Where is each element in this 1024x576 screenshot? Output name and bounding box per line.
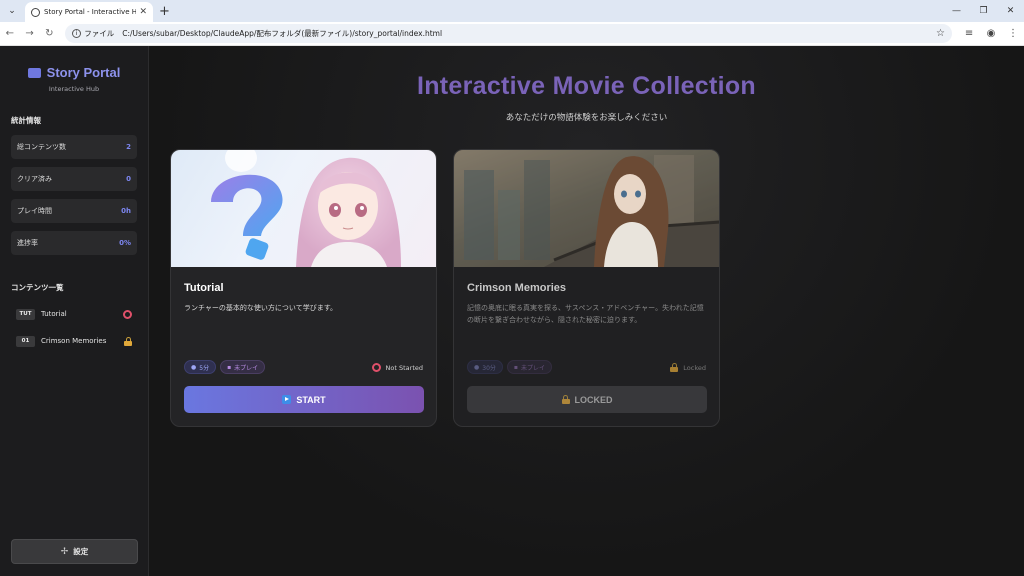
brand: Story Portal Interactive Hub (0, 46, 148, 93)
start-button[interactable]: START (184, 386, 424, 413)
window-controls: — ❐ ✕ (943, 0, 1024, 22)
crimson-memories-thumbnail (454, 150, 719, 267)
brand-subtitle: Interactive Hub (48, 85, 100, 93)
minimize-icon[interactable]: — (943, 0, 970, 22)
content-badge: TUT (16, 308, 35, 320)
page-title: Interactive Movie Collection (416, 72, 757, 100)
card-chips: ● 5分 ▪ 未プレイ (184, 360, 269, 374)
forward-arrow-icon[interactable]: → (20, 28, 40, 39)
globe-icon (31, 7, 40, 17)
kebab-menu-icon[interactable]: ⋮ (1002, 28, 1024, 39)
content-name: Tutorial (41, 310, 67, 318)
gear-icon: ✢ (60, 546, 69, 557)
card-description: ランチャーの基本的な使い方について学びます。 (184, 304, 338, 312)
locked-button[interactable]: LOCKED (467, 386, 707, 413)
gamepad-icon: ▪ (227, 363, 232, 371)
book-icon (27, 67, 41, 78)
duration-chip: ● 5分 (184, 360, 217, 374)
info-icon[interactable]: i (72, 29, 82, 38)
stats-section-title: 統計情報 (11, 116, 41, 125)
play-state-chip: ▪ 未プレイ (506, 360, 552, 374)
url-bar[interactable]: i ファイル C:/Users/subar/Desktop/ClaudeApp/… (65, 24, 953, 43)
clock-icon: ● (191, 363, 197, 371)
play-state-text: 未プレイ (234, 364, 259, 372)
settings-button[interactable]: ✢ 設定 (11, 539, 138, 564)
play-icon (282, 395, 292, 404)
contents-section-title: コンテンツ一覧 (11, 283, 64, 292)
stat-label: プレイ時間 (17, 207, 52, 215)
profile-icon[interactable]: ◉ (980, 28, 1002, 39)
content-item-crimson-memories[interactable]: 01 Crimson Memories (11, 330, 137, 352)
story-portal-app: Story Portal Interactive Hub 統計情報 総コンテンツ… (0, 46, 1024, 576)
bookmark-star-icon[interactable]: ☆ (936, 28, 945, 39)
settings-label: 設定 (73, 547, 89, 556)
status-text: Locked (683, 363, 706, 372)
sidebar: Story Portal Interactive Hub 統計情報 総コンテンツ… (0, 46, 149, 576)
brand-title: Story Portal (0, 65, 148, 80)
content-badge: 01 (16, 335, 35, 347)
tab-title: Story Portal - Interactive Hub (44, 8, 137, 16)
lock-icon (124, 336, 132, 346)
start-button-label: START (296, 394, 326, 405)
page-subtitle: あなただけの物語体験をお楽しみください (505, 113, 668, 123)
stat-value: 2 (126, 143, 131, 151)
tutorial-thumbnail (171, 150, 436, 267)
content-card-tutorial: Tutorial ランチャーの基本的な使い方について学びます。 ● 5分 ▪ 未プレ… (170, 149, 437, 427)
stat-value: 0h (121, 207, 131, 215)
duration-chip: ● 30分 (467, 360, 503, 374)
stat-label: クリア済み (17, 175, 52, 183)
browser-tab[interactable]: Story Portal - Interactive Hub ✕ (25, 2, 153, 22)
card-title: Crimson Memories (467, 282, 567, 294)
address-toolbar: ← → ↻ i ファイル C:/Users/subar/Desktop/Clau… (0, 22, 1024, 46)
stat-cleared: クリア済み 0 (11, 167, 137, 191)
restore-icon[interactable]: ❐ (970, 0, 997, 22)
duration-text: 30分 (482, 364, 496, 372)
stat-total-contents: 総コンテンツ数 2 (11, 135, 137, 159)
stat-progress: 進捗率 0% (11, 231, 137, 255)
content-item-tutorial[interactable]: TUT Tutorial (11, 303, 137, 325)
lock-icon (561, 395, 570, 404)
reload-icon[interactable]: ↻ (40, 28, 60, 39)
close-icon[interactable]: ✕ (139, 7, 147, 17)
lock-icon (670, 363, 679, 372)
back-arrow-icon[interactable]: ← (0, 28, 20, 39)
card-chips: ● 30分 ▪ 未プレイ (467, 360, 556, 374)
play-state-text: 未プレイ (520, 364, 545, 372)
not-started-ring-icon (371, 363, 381, 372)
play-state-chip: ▪ 未プレイ (220, 360, 266, 374)
url-text[interactable]: C:/Users/subar/Desktop/ClaudeApp/配布フォルダ(… (122, 28, 936, 39)
content-name: Crimson Memories (41, 337, 107, 345)
not-started-ring-icon (123, 309, 132, 319)
brand-title-text: Story Portal (46, 65, 121, 80)
browser-tab-bar: ⌄ Story Portal - Interactive Hub ✕ + — ❐… (0, 0, 1024, 22)
main-content: Interactive Movie Collection あなただけの物語体験を… (149, 46, 1024, 576)
file-scheme-label: ファイル (84, 29, 115, 38)
duration-text: 5分 (199, 364, 210, 372)
crimson-memories-illustration (454, 150, 719, 267)
card-status: Not Started (371, 363, 423, 372)
card-title: Tutorial (184, 282, 224, 294)
card-status: Locked (670, 363, 706, 372)
gamepad-icon: ▪ (513, 363, 518, 371)
reading-list-icon[interactable]: ≡ (958, 28, 980, 39)
stat-value: 0 (126, 175, 131, 183)
stat-label: 進捗率 (17, 239, 38, 247)
content-card-crimson-memories: Crimson Memories 記憶の奥底に眠る真実を探る、サスペンス・アドベ… (453, 149, 720, 427)
window-close-icon[interactable]: ✕ (997, 0, 1024, 22)
stat-play-time: プレイ時間 0h (11, 199, 137, 223)
new-tab-plus-icon[interactable]: + (159, 4, 170, 19)
locked-button-label: LOCKED (574, 394, 613, 405)
clock-icon: ● (474, 363, 480, 371)
stat-label: 総コンテンツ数 (17, 143, 66, 151)
tab-search-chevron-icon[interactable]: ⌄ (3, 2, 21, 20)
status-text: Not Started (385, 363, 423, 372)
card-description: 記憶の奥底に眠る真実を探る、サスペンス・アドベンチャー。失われた記憶の断片を繋ぎ… (467, 304, 704, 324)
tutorial-illustration (211, 150, 401, 267)
stat-value: 0% (119, 239, 131, 247)
